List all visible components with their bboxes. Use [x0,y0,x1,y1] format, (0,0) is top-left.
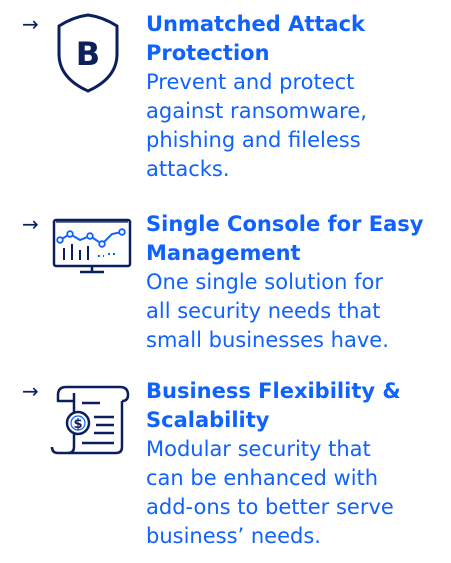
feature-title-line: Scalability [146,408,270,432]
invoice-scroll-icon: $ [50,385,130,455]
svg-text:$: $ [73,417,82,432]
feature-description-line: can be enhanced with [146,466,379,490]
arrow-icon: → [22,379,39,403]
feature-title-line: Unmatched Attack [146,12,365,36]
arrow-icon: → [22,212,39,236]
feature-item-flexibility: → $ Business Flexibility & Scalability M… [0,375,451,563]
feature-item-attack-protection: → B Unmatched Attack Protection Prevent … [0,0,451,200]
arrow-icon: → [22,12,39,36]
feature-title-line: Single Console for Easy [146,212,424,236]
feature-description-line: Modular security that [146,437,371,461]
feature-text: Business Flexibility & Scalability Modul… [146,377,446,551]
feature-text: Single Console for Easy Management One s… [146,210,446,355]
shield-b-icon: B [57,13,119,93]
feature-text: Unmatched Attack Protection Prevent and … [146,10,446,184]
feature-description-line: Prevent and protect [146,70,355,94]
monitor-chart-icon [52,218,132,274]
feature-title-line: Management [146,241,301,265]
feature-description-line: phishing and fileless [146,128,361,152]
feature-item-single-console: → Single Console for Easy Management One… [0,210,451,370]
feature-description-line: attacks. [146,157,230,181]
feature-description-line: business’ needs. [146,524,321,548]
feature-description-line: add-ons to better serve [146,495,394,519]
feature-title-line: Business Flexibility & [146,379,401,403]
feature-description-line: One single solution for [146,270,383,294]
svg-text:B: B [76,35,100,73]
feature-title-line: Protection [146,41,270,65]
feature-description-line: against ransomware, [146,99,367,123]
feature-description-line: all security needs that [146,299,381,323]
feature-description-line: small businesses have. [146,328,389,352]
